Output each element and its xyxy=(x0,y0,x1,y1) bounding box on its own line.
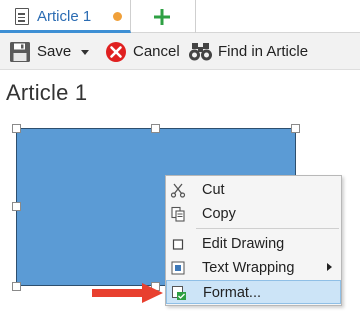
cancel-label: Cancel xyxy=(133,43,180,60)
find-in-article-button[interactable]: Find in Article xyxy=(189,33,308,70)
edit-drawing-icon xyxy=(170,236,186,252)
chevron-down-icon xyxy=(81,49,89,55)
resize-handle-top[interactable] xyxy=(151,124,160,133)
unsaved-dot-icon xyxy=(113,12,122,21)
menu-item-format[interactable]: Format... xyxy=(166,280,341,304)
cancel-button[interactable]: Cancel xyxy=(105,33,180,70)
tab-title: Article 1 xyxy=(37,8,92,25)
format-picture-icon xyxy=(171,285,187,301)
copy-icon xyxy=(170,206,186,222)
save-label: Save xyxy=(37,43,72,60)
menu-label-copy: Copy xyxy=(202,206,236,222)
tab-article[interactable]: Article 1 xyxy=(0,0,131,33)
document-icon xyxy=(15,8,29,25)
menu-item-copy[interactable]: Copy xyxy=(166,202,341,226)
menu-separator xyxy=(196,228,339,229)
find-label: Find in Article xyxy=(218,43,309,60)
binoculars-icon xyxy=(189,42,212,60)
scissors-icon xyxy=(170,182,186,198)
resize-handle-left[interactable] xyxy=(12,202,21,211)
menu-label-format: Format... xyxy=(203,285,262,301)
resize-handle-top-left[interactable] xyxy=(12,124,21,133)
article-title: Article 1 xyxy=(6,80,88,105)
resize-handle-bottom-left[interactable] xyxy=(12,282,21,291)
submenu-arrow-icon xyxy=(327,263,332,271)
context-menu: Cut Copy Edit Drawing Text Wrapping Form… xyxy=(165,175,342,306)
menu-item-text-wrapping[interactable]: Text Wrapping xyxy=(166,256,341,280)
menu-label-text-wrapping: Text Wrapping xyxy=(202,260,295,276)
tab-bar: Article 1 xyxy=(0,0,360,33)
menu-label-cut: Cut xyxy=(202,182,225,198)
cancel-icon xyxy=(106,41,126,62)
text-wrapping-icon xyxy=(170,260,186,276)
add-tab-button[interactable] xyxy=(131,0,196,33)
save-button[interactable]: Save xyxy=(9,33,71,70)
menu-label-edit-drawing: Edit Drawing xyxy=(202,236,285,252)
red-arrow-icon xyxy=(92,283,163,303)
menu-item-cut[interactable]: Cut xyxy=(166,178,341,202)
plus-icon xyxy=(154,9,170,25)
toolbar: Save Cancel Find in Article xyxy=(0,33,360,70)
floppy-disk-icon xyxy=(10,41,30,62)
resize-handle-top-right[interactable] xyxy=(291,124,300,133)
menu-item-edit-drawing[interactable]: Edit Drawing xyxy=(166,232,341,256)
save-options-dropdown[interactable] xyxy=(80,33,96,70)
